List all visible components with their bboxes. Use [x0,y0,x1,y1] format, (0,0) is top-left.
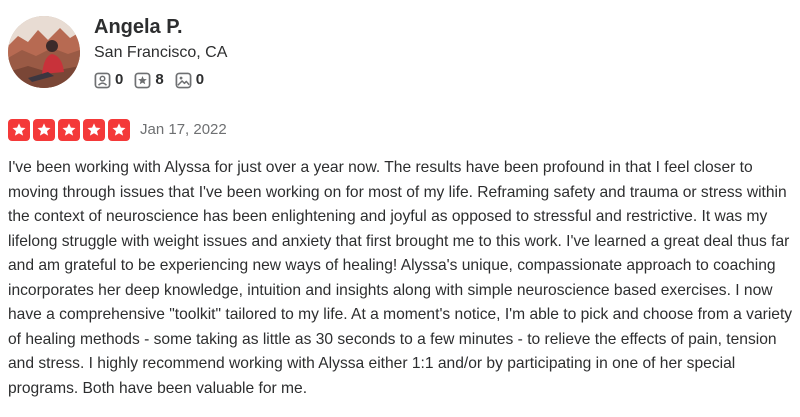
star-rating [8,119,133,141]
friends-icon [94,72,111,89]
review-card: Angela P. San Francisco, CA 0 8 0 Jan 17… [0,0,800,417]
star-icon [108,119,130,141]
review-star-icon [134,72,151,89]
star-icon [58,119,80,141]
photo-icon [175,72,192,89]
avatar-image [8,16,80,88]
user-name[interactable]: Angela P. [94,15,183,39]
user-stats: 0 8 0 [94,71,215,89]
avatar[interactable] [8,16,80,88]
star-icon [8,119,30,141]
photos-stat: 0 [175,71,204,89]
friends-stat: 0 [94,71,123,89]
photos-count: 0 [195,71,205,88]
user-location: San Francisco, CA [94,44,228,61]
rating-row: Jan 17, 2022 [8,119,227,141]
review-date: Jan 17, 2022 [140,121,227,138]
star-icon [83,119,105,141]
reviews-stat: 8 [134,71,164,89]
review-text: I've been working with Alyssa for just o… [8,159,793,397]
reviews-count: 8 [155,71,164,88]
friends-count: 0 [115,71,124,88]
star-icon [33,119,55,141]
